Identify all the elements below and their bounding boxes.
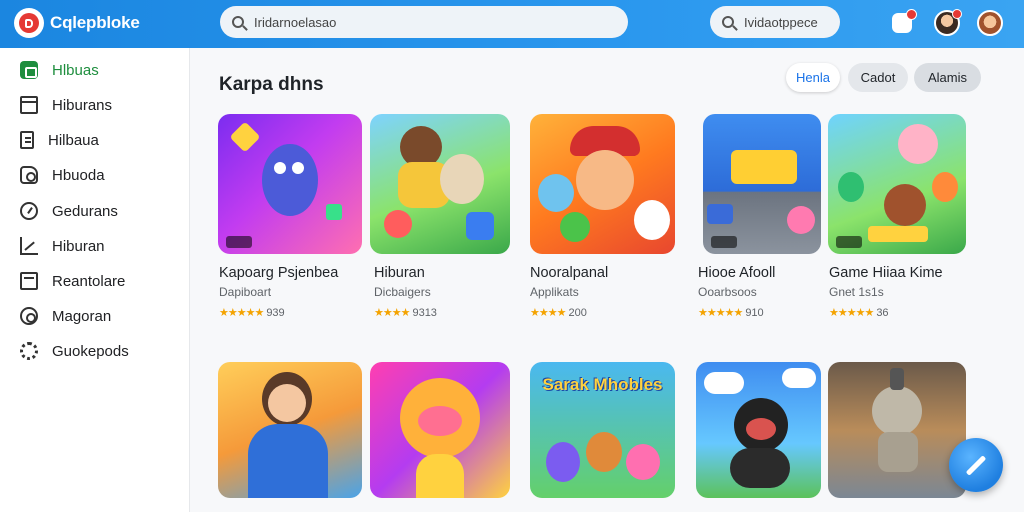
sidebar-item-5[interactable]: Gedurans <box>20 200 118 222</box>
sidebar-item-label: Hiburans <box>52 96 113 114</box>
app-rating: ★★★★ 9313 <box>374 306 437 320</box>
puzzle-icon <box>20 166 38 184</box>
user-avatar[interactable] <box>977 10 1003 36</box>
compose-fab[interactable] <box>949 438 1003 492</box>
app-rating: ★★★★★ 36 <box>829 306 889 320</box>
filter-chip-2[interactable]: Cadot <box>848 63 908 92</box>
sidebar-item-home[interactable]: Hlbuas <box>20 59 99 81</box>
sidebar: Hlbuas Hiburans Hilbaua Hbuoda Gedurans … <box>0 48 190 512</box>
app-thumbnail[interactable] <box>370 362 510 498</box>
app-developer: Applikats <box>530 285 579 299</box>
app-thumbnail[interactable] <box>370 114 510 254</box>
avatar[interactable] <box>934 9 962 36</box>
sidebar-item-3[interactable]: Hilbaua <box>20 129 99 151</box>
sidebar-item-label: Hiburan <box>52 237 105 255</box>
app-thumbnail[interactable]: Sarak Mhobles <box>530 362 675 498</box>
app-thumbnail[interactable] <box>828 114 966 254</box>
pencil-icon <box>965 454 987 476</box>
star-rating-icon: ★★★★ <box>530 307 566 319</box>
sidebar-item-2[interactable]: Hiburans <box>20 94 112 116</box>
app-title: Kapoarg Psjenbea <box>219 265 339 281</box>
sidebar-item-label: Magoran <box>52 307 112 325</box>
rating-count: 9313 <box>412 306 437 319</box>
home-icon <box>20 61 38 79</box>
top-bar: Cqlepbloke Iridarnoelasao Ividaotppece <box>0 0 1024 48</box>
app-thumbnail[interactable] <box>696 362 821 498</box>
sidebar-item-label: Guokepods <box>52 342 129 360</box>
cog-icon <box>20 342 38 360</box>
app-title: Game Hiiaa Kime <box>829 265 943 281</box>
app-thumbnail[interactable] <box>218 362 362 498</box>
sidebar-item-8[interactable]: Magoran <box>20 305 111 327</box>
chart-icon <box>20 237 38 255</box>
sidebar-item-9[interactable]: Guokepods <box>20 340 129 362</box>
app-developer: Ooarbsoos <box>698 285 757 299</box>
sidebar-item-6[interactable]: Hiburan <box>20 235 105 257</box>
rating-count: 939 <box>266 306 285 319</box>
app-developer: Dapiboart <box>219 285 272 299</box>
app-developer: Dicbaigers <box>374 285 431 299</box>
search-input[interactable]: Iridarnoelasao <box>254 15 336 30</box>
sidebar-item-label: Hbuoda <box>52 166 105 184</box>
app-rating: ★★★★ 200 <box>530 306 587 320</box>
app-thumbnail[interactable] <box>828 362 966 498</box>
gear-icon <box>20 307 38 325</box>
app-rating: ★★★★★ 939 <box>219 306 285 320</box>
sidebar-item-4[interactable]: Hbuoda <box>20 164 105 186</box>
app-logo-icon[interactable] <box>14 8 44 38</box>
rating-count: 36 <box>876 306 889 319</box>
window-icon <box>20 272 38 290</box>
rating-count: 910 <box>745 306 764 319</box>
app-title: Hiooe Afooll <box>698 265 776 281</box>
box-icon <box>20 96 38 114</box>
sidebar-item-label: Hlbuas <box>52 61 99 79</box>
thumbnail-title: Sarak Mhobles <box>542 375 663 394</box>
secondary-search-bar[interactable]: Ividaotppece <box>710 6 840 38</box>
sidebar-item-label: Hilbaua <box>48 131 99 149</box>
app-rating: ★★★★★ 910 <box>698 306 764 320</box>
app-thumbnail[interactable] <box>703 114 821 254</box>
app-thumbnail[interactable] <box>530 114 675 254</box>
gauge-icon <box>20 202 38 220</box>
star-rating-icon: ★★★★★ <box>829 307 874 319</box>
secondary-search-input[interactable]: Ividaotppece <box>744 15 818 30</box>
page-title: Karpa dhns <box>219 74 324 95</box>
app-thumbnail[interactable] <box>218 114 362 254</box>
app-title: Nooralpanal <box>530 265 609 281</box>
search-icon <box>722 16 734 28</box>
sidebar-item-label: Reantolare <box>52 272 126 290</box>
app-title: Cqlepbloke <box>50 13 140 32</box>
sidebar-item-7[interactable]: Reantolare <box>20 270 125 292</box>
app-title: Hiburan <box>374 265 425 281</box>
search-icon <box>232 16 244 28</box>
star-rating-icon: ★★★★★ <box>219 307 264 319</box>
star-rating-icon: ★★★★★ <box>698 307 743 319</box>
filter-chip-3[interactable]: Alamis <box>914 63 981 92</box>
star-rating-icon: ★★★★ <box>374 307 410 319</box>
sidebar-item-label: Gedurans <box>52 202 118 220</box>
notification-icon[interactable] <box>892 9 917 33</box>
search-bar[interactable]: Iridarnoelasao <box>220 6 628 38</box>
document-icon <box>20 131 34 149</box>
rating-count: 200 <box>568 306 587 319</box>
app-developer: Gnet 1s1s <box>829 285 884 299</box>
filter-chip-1[interactable]: Henla <box>786 63 840 92</box>
